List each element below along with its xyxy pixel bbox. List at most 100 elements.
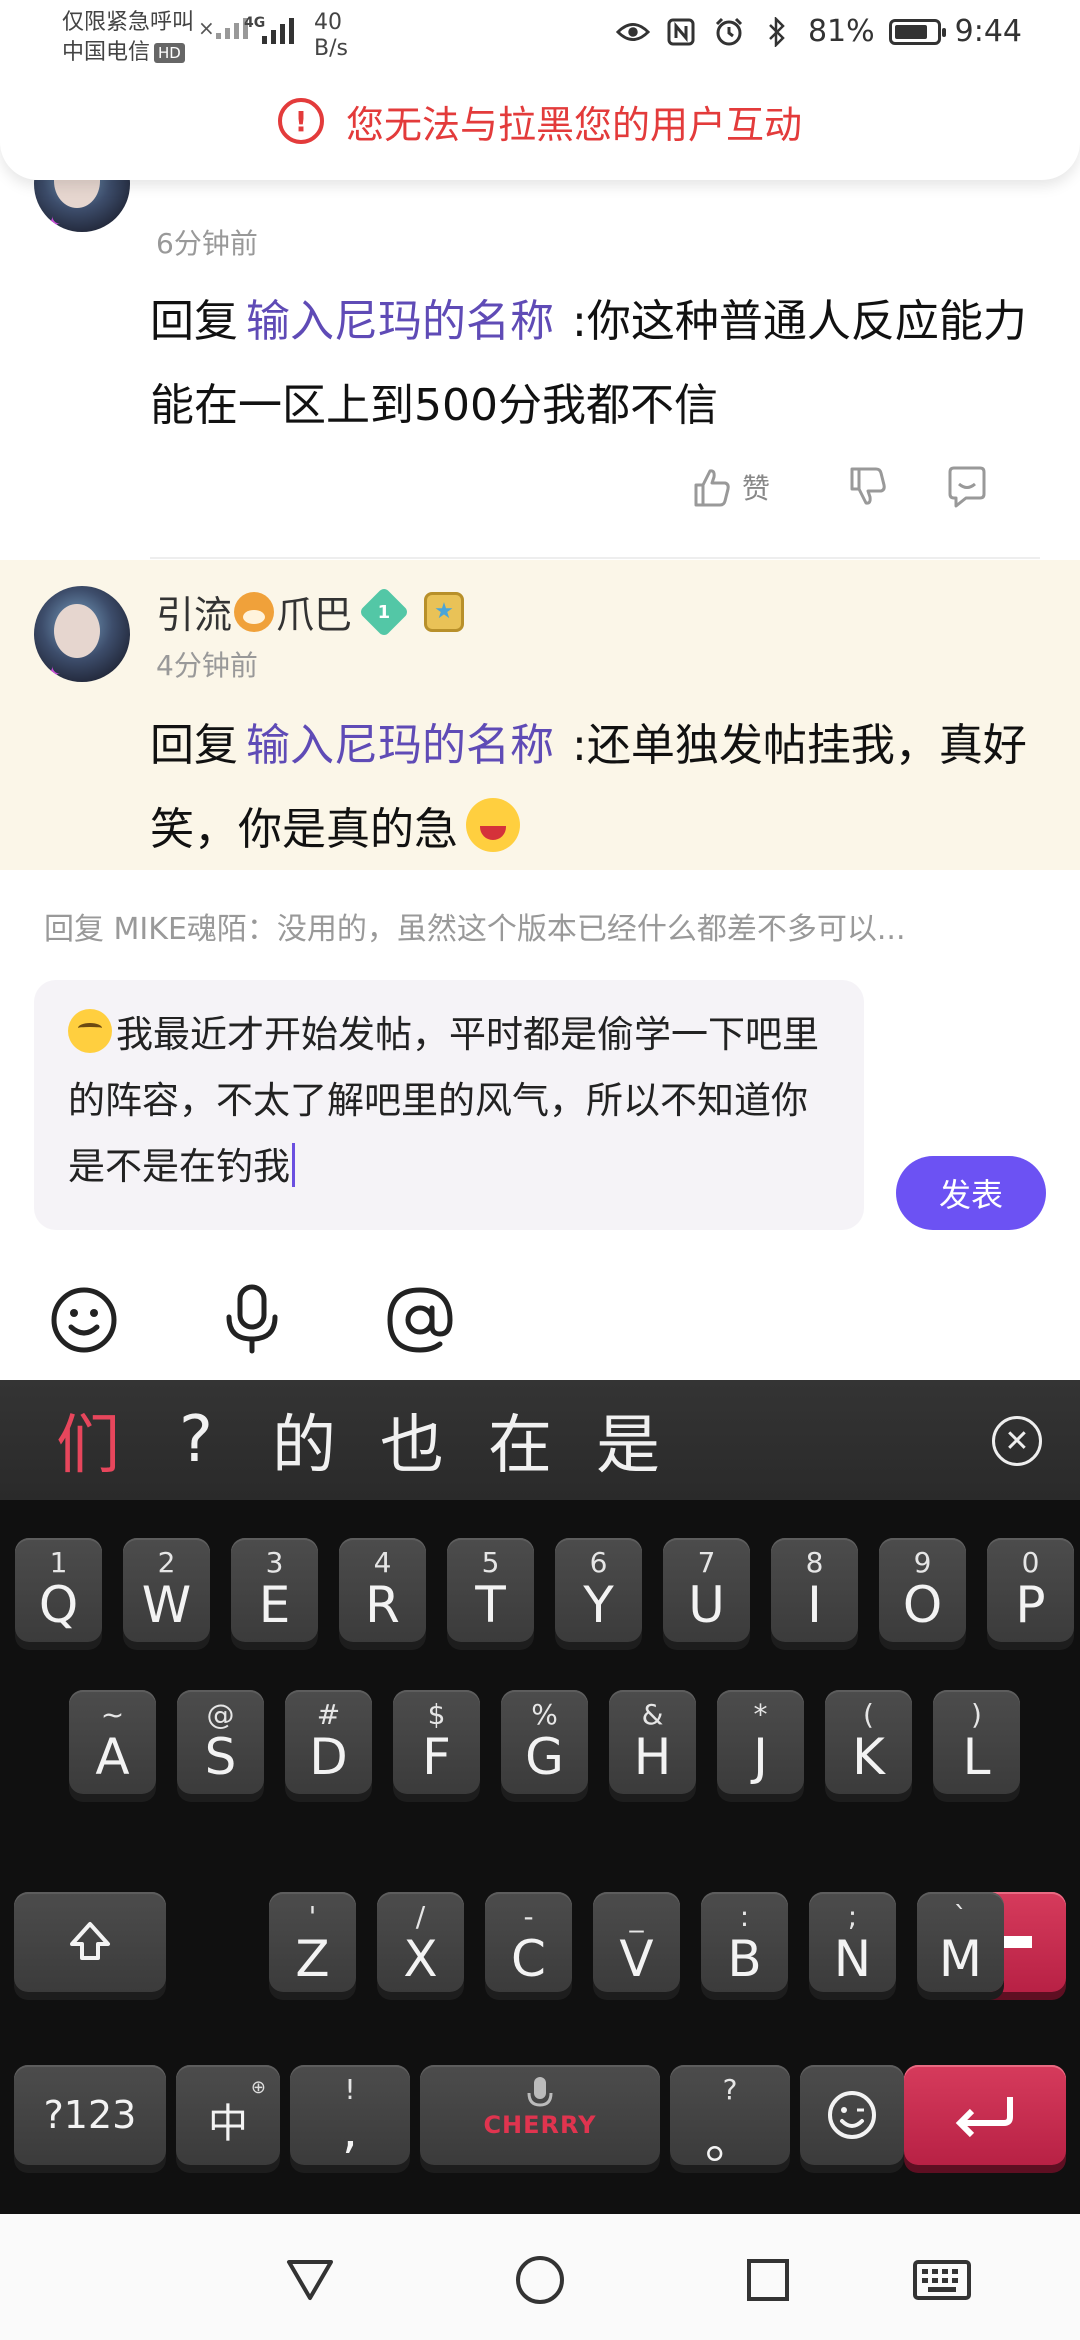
candidate-word[interactable]: 是 bbox=[574, 1394, 682, 1486]
key-u[interactable]: 7U bbox=[663, 1538, 750, 1642]
like-button[interactable]: 赞 bbox=[690, 465, 770, 509]
avatar-badge-icon: ✦ bbox=[44, 662, 61, 682]
key-main-label: M bbox=[938, 1930, 983, 1988]
close-candidates-icon[interactable]: ✕ bbox=[992, 1416, 1042, 1466]
reply-prefix: 回复 bbox=[150, 720, 238, 771]
candidate-word[interactable]: ? bbox=[142, 1403, 250, 1477]
comma-key-main: , bbox=[342, 2101, 358, 2159]
period-key[interactable]: ? 。 bbox=[670, 2065, 790, 2170]
key-f[interactable]: $ F bbox=[393, 1690, 480, 1794]
reply-target-hint: 回复 MIKE魂陌：没用的，虽然这个版本已经什么都差不多可以... bbox=[44, 912, 906, 947]
key-p[interactable]: 0P bbox=[987, 1538, 1074, 1642]
carrier-line: 中国电信 HD bbox=[62, 38, 194, 68]
key-y[interactable]: 6Y bbox=[555, 1538, 642, 1642]
home-button[interactable] bbox=[510, 2250, 570, 2310]
comment-actions: 赞 bbox=[690, 464, 990, 510]
key-main-label: A bbox=[95, 1728, 130, 1786]
key-h[interactable]: & H bbox=[609, 1690, 696, 1794]
key-q[interactable]: 1Q bbox=[15, 1538, 102, 1642]
key-alt-label: _ bbox=[629, 1900, 644, 1933]
key-alt-label: ' bbox=[308, 1900, 317, 1933]
key-b[interactable]: :B bbox=[701, 1892, 788, 1992]
symbols-key-label: ?123 bbox=[43, 2093, 137, 2137]
candidate-word[interactable]: 的 bbox=[250, 1394, 358, 1486]
reply-input[interactable]: 我最近才开始发帖，平时都是偷学一下吧里的阵容，不太了解吧里的风气，所以不知道你是… bbox=[34, 980, 864, 1230]
battery-level-fill bbox=[894, 24, 928, 39]
thumbs-down-icon bbox=[850, 467, 886, 505]
bluetooth-icon bbox=[760, 15, 794, 49]
key-main-label: J bbox=[753, 1728, 768, 1786]
key-grid: ?123 中 ⊕ ! , CHERRY ? 。 1Q2W3E4R5T6Y7U8I… bbox=[0, 1510, 1080, 2214]
key-alt-label: 3 bbox=[265, 1546, 284, 1579]
send-button[interactable]: 发表 bbox=[896, 1156, 1046, 1230]
key-i[interactable]: 8I bbox=[771, 1538, 858, 1642]
key-alt-label: & bbox=[641, 1698, 664, 1731]
status-icons: 81% 9:44 bbox=[615, 14, 1022, 49]
key-o[interactable]: 9O bbox=[879, 1538, 966, 1642]
enter-key[interactable] bbox=[904, 2065, 1066, 2165]
shift-arrow-icon bbox=[70, 1922, 110, 1960]
candidate-word[interactable]: 在 bbox=[466, 1394, 574, 1486]
at-sign-icon bbox=[387, 1287, 453, 1353]
clock: 9:44 bbox=[954, 14, 1022, 49]
emergency-text: 仅限紧急呼叫 bbox=[62, 10, 195, 35]
key-x[interactable]: / X bbox=[377, 1892, 464, 1992]
back-button[interactable] bbox=[280, 2250, 340, 2310]
comment-author[interactable]: 引流 爪巴 1 ★ bbox=[156, 584, 465, 639]
keyboard-brand-label: CHERRY bbox=[483, 2111, 597, 2139]
key-n[interactable]: ; N bbox=[809, 1892, 896, 1992]
signal-bars-2-icon bbox=[262, 18, 294, 44]
mention-button[interactable] bbox=[380, 1280, 460, 1360]
comment-bubble-icon bbox=[948, 466, 986, 508]
candidate-bar: 们 ? 的 也 在 是 ✕ bbox=[0, 1380, 1080, 1500]
key-j[interactable]: * J bbox=[717, 1690, 804, 1794]
laughing-emoji-icon bbox=[466, 798, 520, 852]
key-k[interactable]: (K bbox=[825, 1690, 912, 1794]
comment-body: 回复 输入尼玛的名称:你这种普通人反应能力能在一区上到500分我都不信 bbox=[150, 280, 1050, 448]
comment-time: 4分钟前 bbox=[156, 649, 258, 682]
key-g[interactable]: % G bbox=[501, 1690, 588, 1794]
dislike-button[interactable] bbox=[846, 465, 890, 509]
key-main-label: G bbox=[525, 1728, 564, 1786]
mention-link[interactable]: 输入尼玛的名称 bbox=[246, 296, 554, 347]
recents-button[interactable] bbox=[738, 2250, 798, 2310]
reply-button[interactable] bbox=[944, 464, 990, 510]
language-key[interactable]: 中 ⊕ bbox=[176, 2065, 280, 2165]
emoji-button[interactable] bbox=[44, 1280, 124, 1360]
key-s[interactable]: @ S bbox=[177, 1690, 264, 1794]
shift-key[interactable] bbox=[14, 1892, 166, 1992]
key-t[interactable]: 5T bbox=[447, 1538, 534, 1642]
key-r[interactable]: 4R bbox=[339, 1538, 426, 1642]
exclamation-icon: ! bbox=[277, 98, 324, 144]
candidate-word[interactable]: 们 bbox=[34, 1394, 142, 1486]
key-main-label: B bbox=[727, 1930, 762, 1988]
avatar[interactable]: ✦ bbox=[34, 586, 130, 682]
keyboard-toggle-button[interactable] bbox=[912, 2250, 972, 2310]
emoji-key[interactable] bbox=[800, 2065, 904, 2165]
microphone-icon bbox=[226, 1284, 278, 1354]
key-w[interactable]: 2W bbox=[123, 1538, 210, 1642]
voice-button[interactable] bbox=[212, 1280, 292, 1360]
thinking-emoji-icon bbox=[68, 1009, 112, 1053]
medal-icon: ★ bbox=[424, 591, 465, 632]
symbols-key[interactable]: ?123 bbox=[14, 2065, 166, 2165]
key-m[interactable]: ` M bbox=[917, 1892, 1004, 1992]
key-alt-label: 1 bbox=[49, 1546, 68, 1579]
key-a[interactable]: ~ A bbox=[69, 1690, 156, 1794]
key-v[interactable]: _ V bbox=[593, 1892, 680, 1992]
key-d[interactable]: # D bbox=[285, 1690, 372, 1794]
key-l[interactable]: ) L bbox=[933, 1690, 1020, 1794]
key-c[interactable]: -C bbox=[485, 1892, 572, 1992]
key-e[interactable]: 3E bbox=[231, 1538, 318, 1642]
candidate-word[interactable]: 也 bbox=[358, 1394, 466, 1486]
comment-feed[interactable]: ✦ 6分钟前 回复 输入尼玛的名称:你这种普通人反应能力能在一区上到500分我都不… bbox=[0, 180, 1080, 870]
key-main-label: N bbox=[833, 1930, 872, 1988]
comma-key[interactable]: ! , bbox=[290, 2065, 410, 2165]
key-main-label: F bbox=[422, 1728, 451, 1786]
key-main-label: X bbox=[403, 1930, 438, 1988]
carrier-name: 中国电信 bbox=[62, 40, 151, 65]
mention-link[interactable]: 输入尼玛的名称 bbox=[246, 720, 554, 771]
space-key[interactable]: CHERRY bbox=[420, 2065, 660, 2165]
avatar[interactable]: ✦ bbox=[34, 180, 130, 232]
key-z[interactable]: ' Z bbox=[269, 1892, 356, 1992]
